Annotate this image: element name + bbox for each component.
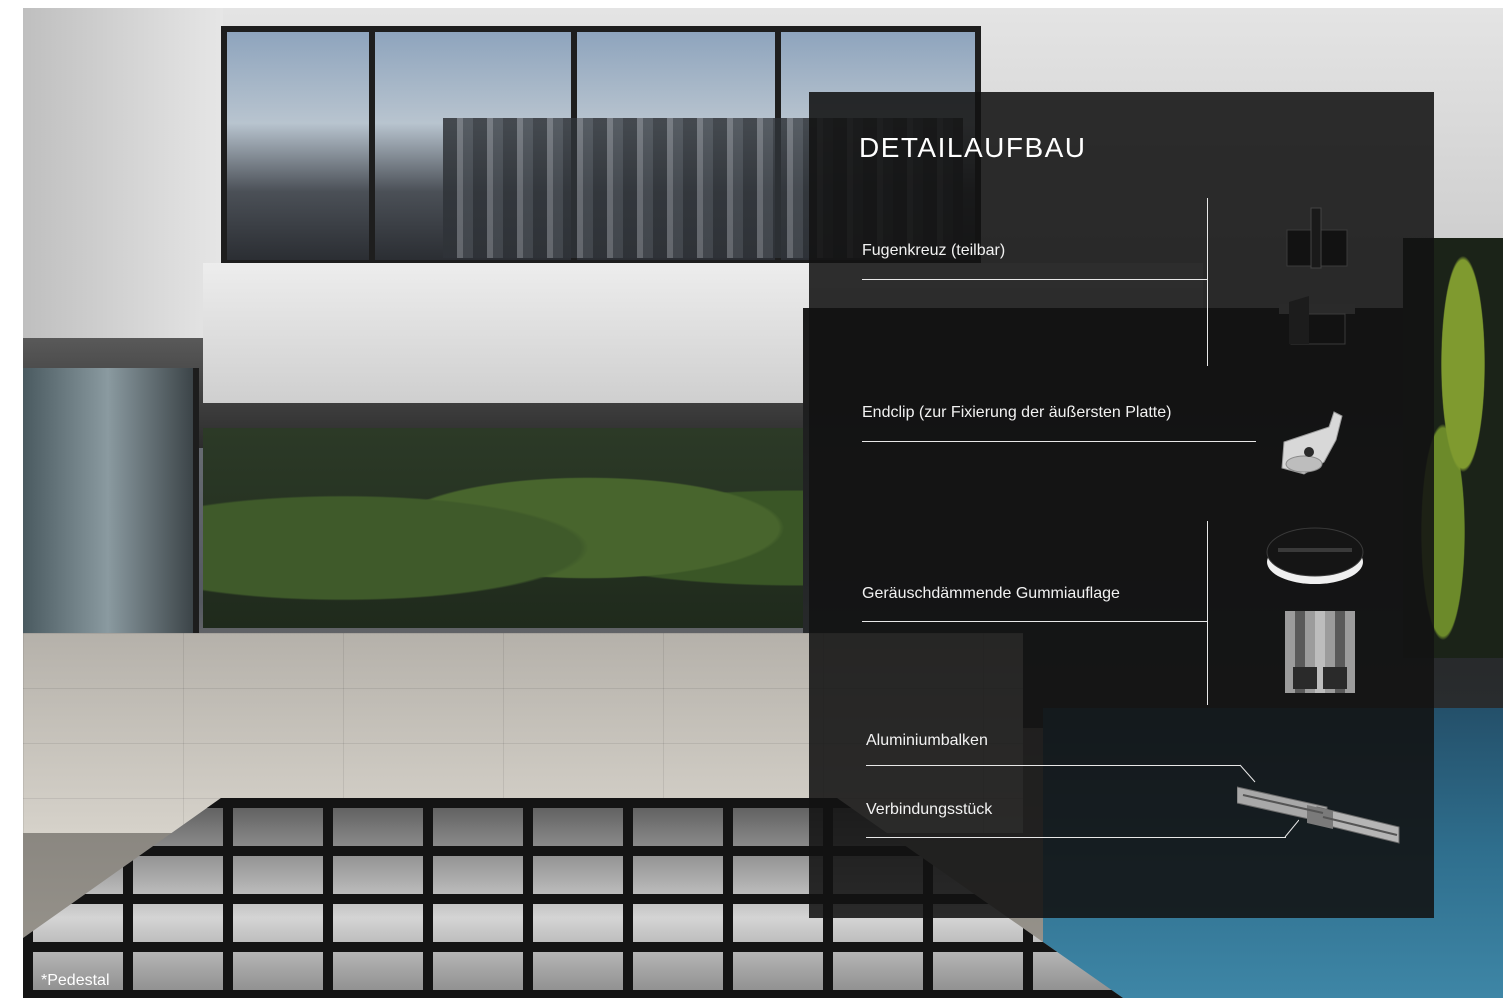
- window-mullion: [369, 26, 375, 266]
- bracket-line: [1207, 198, 1208, 366]
- label-connector: Verbindungsstück: [866, 801, 993, 818]
- detail-panel: DETAILAUFBAU Fugenkreuz (teilbar) Endcli…: [809, 92, 1434, 918]
- leader-line: [866, 765, 1240, 766]
- leader-line: [862, 279, 1208, 280]
- label-aluminium-beam: Aluminiumbalken: [866, 732, 988, 749]
- footnote: *Pedestal: [41, 972, 110, 989]
- label-end-clip: Endclip (zur Fixierung der äußersten Pla…: [862, 404, 1172, 421]
- rubber-pad-icon: [1266, 527, 1364, 584]
- bracket-line: [1207, 521, 1208, 705]
- end-clip-icon: [1281, 411, 1343, 475]
- label-rubber-pad: Geräuschdämmende Gummiauflage: [862, 585, 1120, 602]
- label-joint-cross: Fugenkreuz (teilbar): [862, 242, 1006, 259]
- panel-title: DETAILAUFBAU: [859, 132, 1087, 163]
- leader-connector-lines: [1239, 764, 1299, 838]
- plants: [203, 428, 903, 628]
- leader-line: [862, 621, 1208, 622]
- leader-line: [862, 441, 1256, 442]
- aluminium-beam-icon: [1285, 611, 1355, 693]
- leader-line: [866, 837, 1286, 838]
- joint-cross-icon: [1277, 207, 1357, 345]
